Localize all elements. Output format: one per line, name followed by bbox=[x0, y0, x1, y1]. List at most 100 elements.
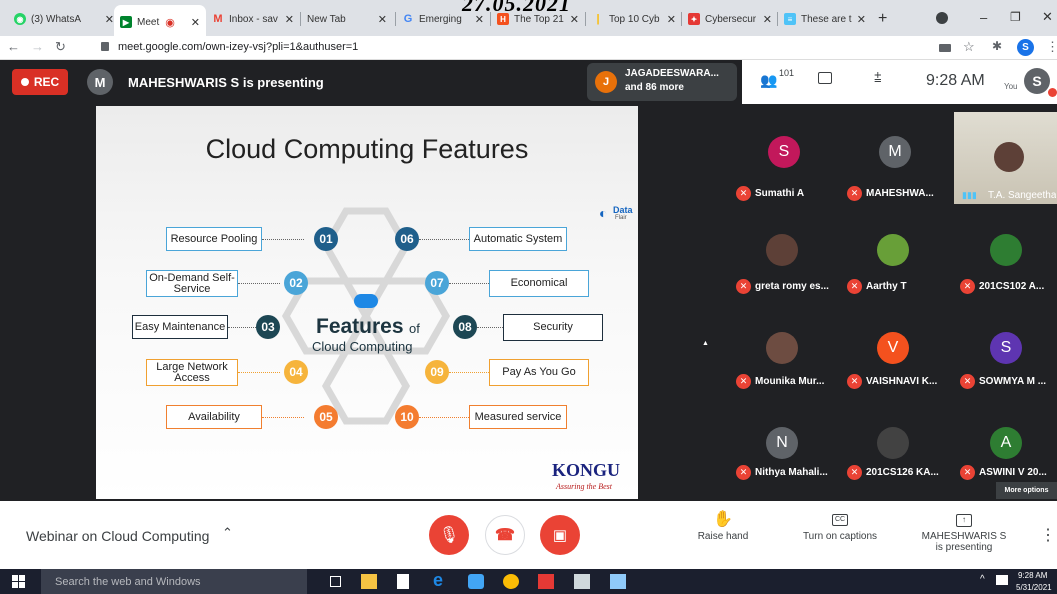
file-explorer-icon[interactable] bbox=[361, 574, 377, 589]
present-icon: ↑ bbox=[918, 509, 1010, 531]
meet-icon: ▶ bbox=[120, 16, 132, 28]
camera-icon[interactable] bbox=[939, 44, 951, 52]
lock-icon[interactable] bbox=[101, 42, 109, 51]
recording-icon: ◉ bbox=[165, 16, 175, 29]
participant-avatar: V bbox=[877, 332, 909, 364]
new-tab-button[interactable]: + bbox=[878, 8, 892, 30]
mic-off-icon: ✕ bbox=[736, 374, 751, 389]
tab-meet[interactable]: ▶ Meet ◉ ✕ bbox=[114, 5, 206, 36]
extensions-puzzle-icon[interactable]: ✱ bbox=[992, 39, 1002, 53]
participant-name: MAHESHWA... bbox=[866, 188, 934, 199]
camera-toggle-button[interactable]: ▣ bbox=[540, 515, 580, 555]
close-icon[interactable]: ✕ bbox=[191, 16, 200, 29]
star-icon[interactable]: ☆ bbox=[963, 39, 975, 55]
tab-these-are[interactable]: ≡ These are t ✕ bbox=[784, 8, 866, 30]
participant-tile[interactable]: S ✕ SOWMYA M ... bbox=[954, 314, 1057, 406]
chrome-icon[interactable] bbox=[503, 574, 519, 589]
participant-name: Nithya Mahali... bbox=[755, 467, 828, 478]
participant-tile[interactable]: N ✕ Nithya Mahali... bbox=[730, 409, 835, 501]
mic-off-icon: ✕ bbox=[847, 465, 862, 480]
meeting-title[interactable]: Webinar on Cloud Computing bbox=[26, 528, 209, 544]
tray-chevron-icon[interactable]: ^ bbox=[980, 574, 985, 585]
store-icon[interactable] bbox=[397, 574, 409, 589]
bookmark-icon: | bbox=[596, 13, 600, 25]
taskbar-time: 9:28 AM bbox=[1018, 571, 1048, 580]
close-icon[interactable]: ✕ bbox=[285, 13, 294, 26]
edge-icon[interactable]: e bbox=[433, 570, 449, 590]
feature-number-04: 04 bbox=[284, 360, 308, 384]
dataflair-logo-icon: ◐ bbox=[599, 205, 608, 221]
mic-off-icon: ✕ bbox=[847, 374, 862, 389]
raise-hand-button[interactable]: ✋ Raise hand bbox=[690, 509, 756, 542]
captions-button[interactable]: CC Turn on captions bbox=[792, 509, 888, 542]
notification-icon[interactable] bbox=[996, 575, 1008, 585]
extension-icon[interactable] bbox=[936, 12, 948, 24]
profile-avatar[interactable]: S bbox=[1017, 39, 1034, 56]
participant-tile[interactable]: ✕ greta romy es... bbox=[730, 214, 835, 306]
participant-avatar: N bbox=[766, 427, 798, 459]
windows-start-icon[interactable] bbox=[12, 575, 25, 588]
kongu-logo: KONGU bbox=[552, 460, 621, 480]
participant-name: 201CS126 KA... bbox=[866, 467, 939, 478]
meet-toolbar: 👥 101 ⩲ 9:28 AM You S bbox=[742, 60, 1057, 104]
participant-tile[interactable]: M ✕ MAHESHWA... bbox=[841, 108, 946, 201]
center-of: of bbox=[409, 321, 420, 336]
taskbar-search-input[interactable]: Search the web and Windows bbox=[41, 569, 307, 594]
dataflair-brand-sub: Flair bbox=[615, 215, 627, 221]
mic-off-icon: ✕ bbox=[960, 374, 975, 389]
participant-avatar: S bbox=[768, 136, 800, 168]
tab-top-10[interactable]: | Top 10 Cyb ✕ bbox=[592, 8, 676, 30]
forward-icon[interactable]: → bbox=[31, 39, 44, 54]
reload-icon[interactable]: ↻ bbox=[55, 39, 66, 55]
activities-icon[interactable]: ⩲ bbox=[874, 70, 882, 86]
task-view-icon[interactable] bbox=[330, 576, 341, 587]
back-icon[interactable]: ← bbox=[7, 39, 20, 54]
tab-cybersecurity[interactable]: ✦ Cybersecur ✕ bbox=[688, 8, 772, 30]
more-options-icon[interactable]: ⋮ bbox=[1040, 525, 1056, 545]
tab-whatsapp[interactable]: ◉ (3) WhatsA ✕ bbox=[14, 8, 114, 30]
maximize-icon[interactable]: ❐ bbox=[1010, 10, 1021, 24]
url-field[interactable]: meet.google.com/own-izey-vsj?pli=1&authu… bbox=[118, 41, 358, 53]
close-window-icon[interactable]: ✕ bbox=[1042, 9, 1053, 25]
participant-tile-video[interactable]: ▮▮▮ T.A. Sangeetha bbox=[954, 112, 1057, 204]
captions-label: Turn on captions bbox=[802, 531, 878, 542]
participant-tile[interactable]: V ✕ VAISHNAVI K... bbox=[841, 314, 946, 406]
join-notification[interactable]: J JAGADEESWARA... and 86 more bbox=[587, 63, 737, 101]
video-feed bbox=[994, 142, 1024, 172]
chat-icon[interactable] bbox=[818, 72, 832, 84]
close-icon[interactable]: ✕ bbox=[667, 13, 676, 26]
tab-gmail[interactable]: M Inbox - sav ✕ bbox=[212, 8, 294, 30]
participant-photo bbox=[877, 427, 909, 459]
close-icon[interactable]: ✕ bbox=[857, 13, 866, 26]
close-icon[interactable]: ✕ bbox=[570, 13, 579, 26]
presentation-status-button[interactable]: ↑ MAHESHWARIS S is presenting bbox=[918, 509, 1010, 553]
notepad-icon[interactable] bbox=[610, 574, 626, 589]
mic-toggle-button[interactable]: 🎙 bbox=[429, 515, 469, 555]
close-icon[interactable]: ✕ bbox=[378, 13, 387, 26]
pdf-reader-icon[interactable] bbox=[538, 574, 554, 589]
app-icon[interactable] bbox=[468, 574, 484, 589]
site-icon: ≡ bbox=[784, 13, 796, 25]
whatsapp-icon: ◉ bbox=[14, 13, 26, 25]
tab-new-tab[interactable]: New Tab ✕ bbox=[307, 8, 387, 30]
close-icon[interactable]: ✕ bbox=[763, 13, 772, 26]
participant-tile[interactable]: S ✕ Sumathi A bbox=[730, 108, 835, 201]
self-avatar[interactable]: S bbox=[1024, 68, 1050, 94]
more-menu-icon[interactable]: ⋮ bbox=[1046, 39, 1057, 55]
chevron-up-icon[interactable]: ⌃ bbox=[222, 525, 233, 541]
photos-icon[interactable] bbox=[574, 574, 590, 589]
minimize-icon[interactable]: – bbox=[980, 10, 987, 25]
dataflair-brand: Data bbox=[613, 205, 633, 215]
leave-call-button[interactable]: ☎ bbox=[485, 515, 525, 555]
people-icon[interactable]: 👥 bbox=[760, 72, 777, 89]
close-icon[interactable]: ✕ bbox=[105, 13, 114, 26]
tab-label: Cybersecur bbox=[705, 13, 757, 25]
participant-tile[interactable]: ✕ 201CS126 KA... bbox=[841, 409, 946, 501]
tab-label: Top 10 Cyb bbox=[609, 13, 660, 25]
participant-tile[interactable]: ✕ Aarthy T bbox=[841, 214, 946, 306]
participant-tile[interactable]: ✕ Mounika Mur... bbox=[730, 314, 835, 406]
presentation-stage: Cloud Computing Features ◐ Data Flair Re… bbox=[0, 104, 728, 501]
participant-avatar: M bbox=[879, 136, 911, 168]
feature-number-05: 05 bbox=[314, 405, 338, 429]
participant-tile[interactable]: ✕ 201CS102 A... bbox=[954, 214, 1057, 306]
